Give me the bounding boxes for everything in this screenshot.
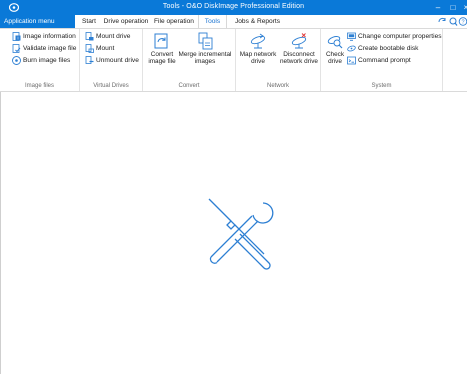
merge-images-icon [198, 32, 213, 50]
convert-image-file-label-1: Convert [150, 51, 174, 58]
validate-image-file-label: Validate image file [23, 45, 77, 52]
disconnect-network-drive-icon [291, 33, 307, 49]
convert-image-icon [154, 33, 168, 49]
command-prompt-button[interactable]: Command prompt [347, 55, 411, 66]
validate-image-icon [12, 44, 21, 53]
group-label-virtual-drives: Virtual Drives [93, 83, 129, 89]
window-title: Tools - O&O DiskImage Professional Editi… [162, 3, 305, 10]
merge-incremental-label-2: images [194, 58, 216, 65]
command-prompt-label: Command prompt [358, 57, 411, 64]
refresh-icon[interactable] [438, 17, 446, 23]
convert-image-file-label-2: image file [148, 58, 176, 65]
group-network: Map network drive Disconnect network dri… [236, 29, 321, 91]
merge-incremental-label-1: Merge incremental [178, 51, 232, 58]
title-bar: Tools - O&O DiskImage Professional Editi… [0, 0, 467, 15]
merge-incremental-images-button[interactable]: Merge incremental images [176, 32, 234, 65]
ribbon-tab-row: Application menu Start Drive operation F… [0, 15, 467, 28]
quick-access-icons: ? [438, 17, 467, 26]
mount-icon [85, 44, 94, 53]
group-system: Check drive Change computer properties C… [321, 29, 443, 91]
bootable-disk-icon [347, 45, 356, 52]
zoom-icon[interactable] [449, 17, 458, 26]
maximize-button[interactable]: □ [448, 2, 458, 13]
help-icon[interactable]: ? [458, 17, 467, 26]
group-convert: Convert image file Merge incremental ima… [143, 29, 236, 91]
map-network-drive-icon [250, 33, 266, 49]
map-network-drive-label-1: Map network [239, 51, 277, 58]
check-drive-button[interactable]: Check drive [325, 32, 345, 65]
unmount-drive-button[interactable]: Unmount drive [85, 55, 139, 66]
image-information-button[interactable]: i Image information [12, 31, 76, 42]
group-label-image-files: Image files [24, 83, 54, 89]
mount-label: Mount [96, 45, 115, 52]
workspace-area [0, 92, 467, 374]
svg-text:i: i [18, 36, 19, 41]
check-drive-label-2: drive [328, 58, 342, 65]
mount-button[interactable]: Mount [85, 43, 114, 54]
mount-drive-button[interactable]: Mount drive [85, 31, 130, 42]
application-menu-button[interactable]: Application menu [0, 15, 75, 28]
group-label-convert: Convert [178, 83, 200, 89]
ribbon: i Image information Validate image file … [0, 28, 467, 92]
unmount-drive-icon [85, 56, 94, 64]
image-information-label: Image information [23, 33, 76, 40]
group-label-system: System [371, 83, 392, 89]
burn-image-files-button[interactable]: Burn image files [12, 55, 70, 66]
group-virtual-drives: Mount drive Mount Unmount drive Virtual … [80, 29, 143, 91]
image-information-icon: i [12, 32, 21, 41]
tab-start[interactable]: Start [78, 15, 100, 28]
disconnect-network-drive-label-2: network drive [279, 58, 318, 65]
convert-image-file-button[interactable]: Convert image file [146, 32, 178, 65]
command-prompt-icon [347, 56, 356, 65]
disc-icon [12, 56, 21, 65]
map-network-drive-button[interactable]: Map network drive [238, 32, 278, 65]
tab-drive-operation[interactable]: Drive operation [103, 15, 149, 28]
tab-tools[interactable]: Tools [198, 15, 227, 28]
mount-drive-icon [85, 32, 94, 41]
burn-image-files-label: Burn image files [23, 57, 71, 64]
group-label-network: Network [266, 83, 289, 89]
close-button[interactable]: × [461, 2, 467, 13]
tab-jobs-reports[interactable]: Jobs & Reports [230, 15, 285, 28]
validate-image-file-button[interactable]: Validate image file [12, 43, 76, 54]
check-drive-icon [327, 36, 343, 49]
change-computer-properties-label: Change computer properties [358, 33, 442, 40]
tools-icon [208, 198, 274, 270]
tab-file-operation[interactable]: File operation [152, 15, 196, 28]
create-bootable-disk-button[interactable]: Create bootable disk [347, 43, 418, 54]
check-drive-label-1: Check [325, 51, 345, 58]
computer-properties-icon [347, 32, 356, 41]
map-network-drive-label-2: drive [251, 58, 265, 65]
minimize-button[interactable]: – [433, 2, 443, 13]
create-bootable-disk-label: Create bootable disk [358, 45, 419, 52]
svg-text:?: ? [461, 20, 464, 26]
mount-drive-label: Mount drive [96, 33, 131, 40]
group-image-files: i Image information Validate image file … [0, 29, 80, 91]
disconnect-network-drive-label-1: Disconnect [283, 51, 315, 58]
change-computer-properties-button[interactable]: Change computer properties [347, 31, 442, 42]
unmount-drive-label: Unmount drive [96, 57, 139, 64]
disconnect-network-drive-button[interactable]: Disconnect network drive [278, 32, 320, 65]
